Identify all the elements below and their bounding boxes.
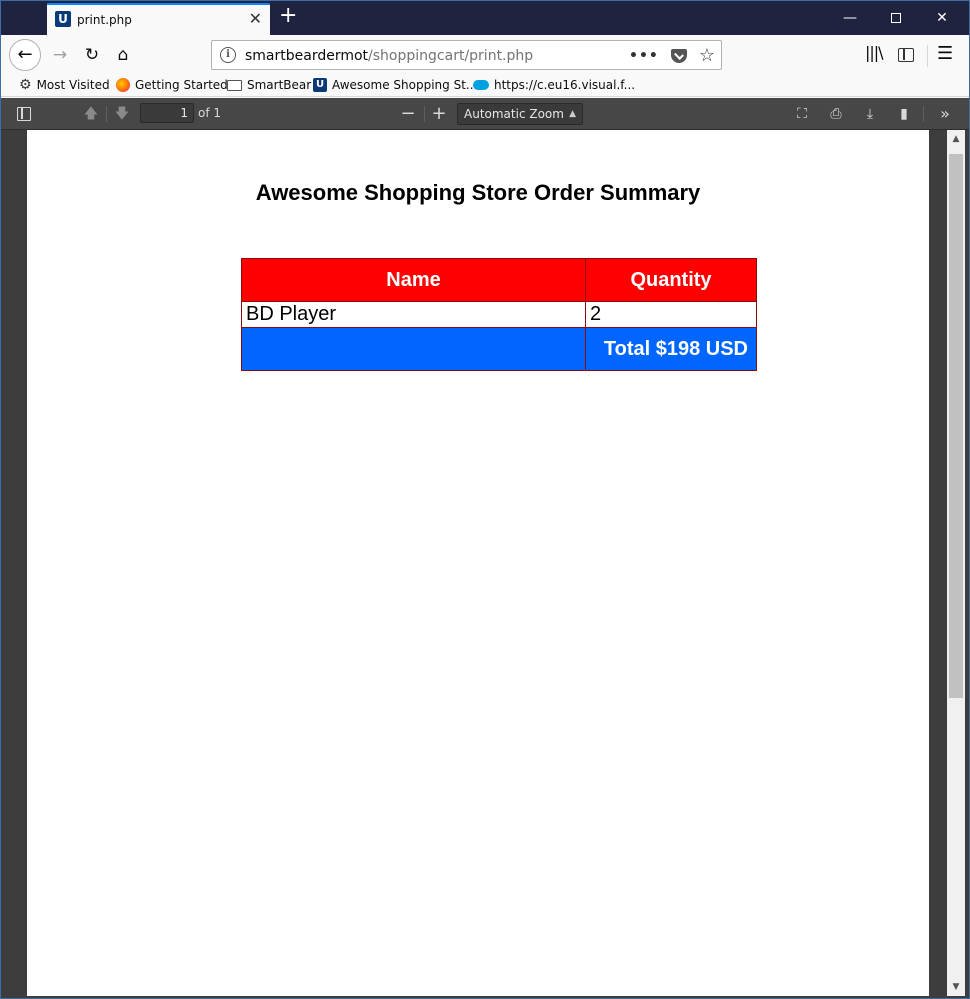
item-name-cell: BD Player [241, 301, 586, 328]
tab-title: print.php [77, 13, 132, 27]
zoom-in-icon[interactable]: + [428, 103, 450, 125]
column-header-quantity: Quantity [585, 258, 757, 302]
document-title: Awesome Shopping Store Order Summary [255, 180, 701, 205]
bookmark-getting-started[interactable]: Getting Started [116, 78, 228, 92]
bookmarks-toolbar: ⚙ Most Visited Getting Started SmartBear… [1, 75, 969, 97]
zoom-out-icon[interactable]: − [397, 103, 419, 125]
url-domain: smartbeardermot [245, 48, 369, 64]
gear-icon: ⚙ [19, 77, 32, 93]
page-count-label: of 1 [198, 106, 222, 120]
sidebar-toggle-icon[interactable] [898, 48, 914, 62]
bookmark-smartbear[interactable]: SmartBear [227, 78, 311, 92]
toolbar-divider [424, 106, 425, 122]
reload-icon[interactable]: ↻ [80, 43, 104, 67]
u-favicon-icon: U [313, 78, 327, 92]
pdf-page: Awesome Shopping Store Order Summary Nam… [27, 130, 929, 996]
vertical-scrollbar[interactable]: ▲ ▼ [947, 130, 965, 996]
bookmark-salesforce[interactable]: https://c.eu16.visual.f... [473, 78, 635, 92]
pdf-viewer-toolbar: 🡅 🡇 1 of 1 − + Automatic Zoom ▲▼ ⛶ ⎙ ⤓ ▮… [1, 98, 969, 139]
scrollbar-thumb[interactable] [949, 154, 963, 698]
bookmark-label: SmartBear [247, 78, 312, 92]
bookmark-label: Getting Started [135, 78, 228, 92]
bookmark-icon[interactable]: ▮ [893, 103, 915, 125]
bookmark-awesome-shopping[interactable]: U Awesome Shopping St... [313, 78, 477, 92]
new-tab-plus-icon[interactable]: + [279, 4, 297, 28]
zoom-select[interactable]: Automatic Zoom ▲▼ [457, 103, 583, 139]
url-bar[interactable]: i smartbeardermot/shoppingcart/print.php… [211, 40, 722, 70]
firefox-icon [116, 78, 130, 92]
maximize-window-icon[interactable] [873, 1, 919, 35]
column-header-name: Name [241, 258, 586, 302]
hamburger-menu-icon[interactable]: ☰ [937, 43, 953, 64]
back-arrow-icon[interactable]: ← [9, 39, 41, 71]
bookmark-label: https://c.eu16.visual.f... [494, 78, 636, 92]
order-total-cell: Total $198 USD [585, 327, 757, 371]
pocket-icon[interactable] [670, 48, 687, 63]
item-quantity-cell: 2 [585, 301, 757, 328]
close-window-icon[interactable]: ✕ [919, 1, 965, 35]
site-info-icon[interactable]: i [220, 47, 236, 63]
total-row: Total $198 USD [241, 327, 757, 371]
zoom-select-value: Automatic Zoom [464, 107, 564, 121]
url-text[interactable]: smartbeardermot/shoppingcart/print.php [245, 48, 533, 64]
salesforce-cloud-icon [473, 80, 489, 90]
page-number-input[interactable]: 1 [140, 103, 194, 123]
presentation-mode-icon[interactable]: ⛶ [791, 103, 813, 125]
forward-arrow-icon[interactable]: → [48, 43, 72, 67]
bookmark-most-visited[interactable]: ⚙ Most Visited [19, 78, 110, 92]
scroll-up-arrow-icon[interactable]: ▲ [947, 130, 965, 148]
url-path: /shoppingcart/print.php [368, 48, 534, 64]
download-icon[interactable]: ⤓ [859, 103, 881, 125]
tab-print-php[interactable]: U print.php ✕ [47, 3, 270, 35]
scroll-down-arrow-icon[interactable]: ▼ [947, 978, 965, 996]
next-page-icon[interactable]: 🡇 [111, 103, 133, 125]
toggle-sidebar-icon[interactable] [17, 107, 31, 121]
toolbar-divider [923, 106, 924, 122]
tab-close-icon[interactable]: ✕ [249, 9, 262, 28]
title-bar: U print.php ✕ + — ✕ [1, 1, 969, 35]
tab-favicon-icon: U [55, 11, 71, 27]
previous-page-icon[interactable]: 🡅 [80, 103, 102, 125]
navigation-toolbar: ← → ↻ ⌂ i smartbeardermot/shoppingcart/p… [1, 35, 969, 75]
toolbar-divider [106, 106, 107, 122]
print-icon[interactable]: ⎙ [825, 103, 847, 125]
tools-menu-icon[interactable]: » [934, 103, 956, 125]
page-actions-menu-icon[interactable]: ••• [629, 48, 659, 64]
folder-icon [227, 79, 242, 91]
browser-window: U print.php ✕ + — ✕ ← → ↻ ⌂ i smartbeard… [0, 0, 970, 999]
total-empty-cell [241, 327, 586, 371]
bookmark-label: Most Visited [36, 78, 110, 92]
home-icon[interactable]: ⌂ [111, 43, 135, 67]
bookmark-star-icon[interactable]: ☆ [699, 45, 715, 66]
table-header-row: Name Quantity [241, 258, 757, 302]
library-icon[interactable]: |||\ [865, 43, 884, 62]
table-row: BD Player 2 [241, 301, 757, 328]
url-actions: ••• ☆ [629, 45, 715, 66]
minimize-window-icon[interactable]: — [827, 1, 873, 35]
document-viewer: Awesome Shopping Store Order Summary Nam… [1, 130, 969, 998]
order-summary-table: Name Quantity BD Player 2 Total $198 USD [241, 258, 757, 371]
toolbar-divider [927, 45, 928, 67]
bookmark-label: Awesome Shopping St... [332, 78, 478, 92]
